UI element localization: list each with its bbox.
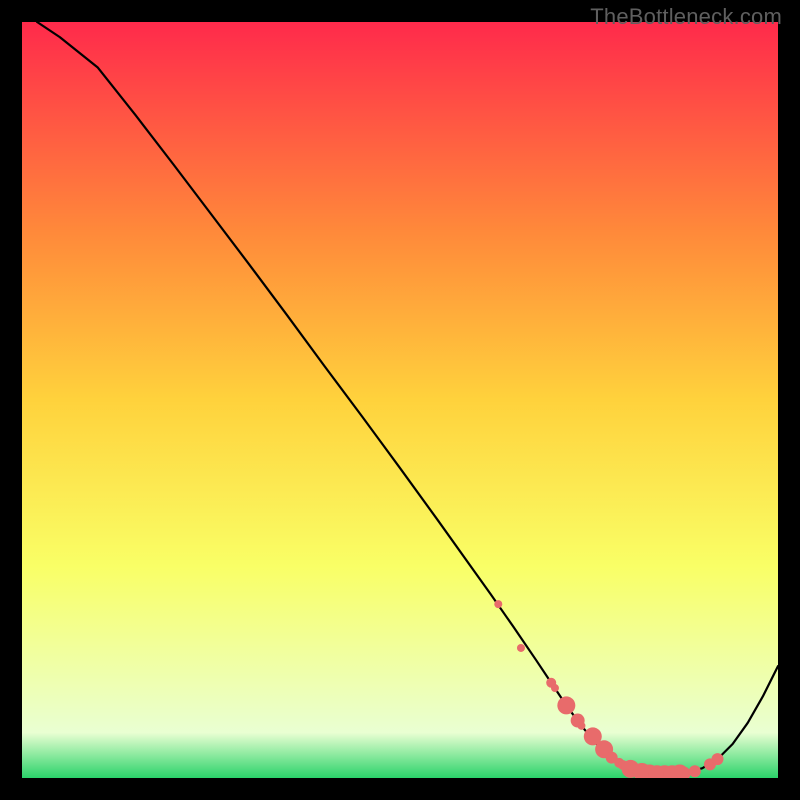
gradient-background [22, 22, 778, 778]
trough-marker [551, 684, 559, 692]
trough-marker [494, 600, 502, 608]
plot-area [22, 22, 778, 778]
chart-frame: TheBottleneck.com [0, 0, 800, 800]
watermark-text: TheBottleneck.com [590, 4, 782, 30]
trough-marker [557, 696, 575, 714]
trough-marker [712, 753, 724, 765]
trough-marker [689, 765, 701, 777]
trough-marker [517, 644, 525, 652]
chart-svg [22, 22, 778, 778]
trough-marker [577, 722, 585, 730]
